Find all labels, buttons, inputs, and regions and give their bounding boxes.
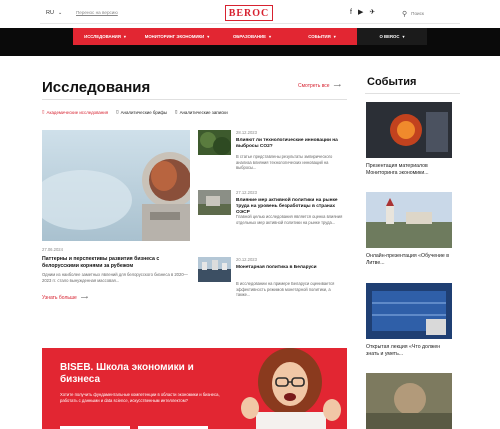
language-label: RU — [46, 10, 54, 16]
news-date: 20.12.2023 — [236, 257, 257, 262]
chevron-down-icon: ▾ — [402, 34, 405, 39]
chevron-down-icon: ▾ — [269, 34, 272, 39]
version-link[interactable]: Перенос на версию — [76, 10, 118, 15]
language-selector[interactable]: RU ⌄ — [46, 10, 62, 16]
news-thumbnail — [198, 257, 231, 282]
logo[interactable]: BEROC — [225, 5, 273, 21]
news-title[interactable]: Монетарная политика в Беларуси — [236, 265, 346, 271]
news-description: В исследовании на примере Беларуси оцени… — [236, 281, 335, 298]
event-caption: Презентация материалов Мониторинга эконо… — [366, 163, 429, 176]
event-image — [366, 373, 452, 429]
featured-date: 27.06.2024 — [42, 247, 63, 252]
tab-academic[interactable]: ▯ Академические исследования — [42, 109, 108, 115]
social-links: f ▶ ✈ — [350, 9, 375, 17]
youtube-icon[interactable]: ▶ — [358, 9, 363, 17]
event-image — [366, 192, 452, 248]
school-banner[interactable]: BISEB. Школа экономики и бизнеса Хотите … — [42, 348, 347, 429]
search-box: ⚲ — [402, 8, 460, 19]
student-photo — [224, 348, 347, 429]
nav-label: Мониторинг экономики — [144, 34, 205, 39]
banner-title: BISEB. Школа экономики и бизнеса — [60, 362, 194, 385]
banner-text: Хотите получить фундаментальные компетен… — [60, 392, 220, 403]
learn-more-link[interactable]: Узнать больше ⟶ — [42, 295, 88, 301]
see-all-link[interactable]: Смотреть все ⟶ — [298, 83, 341, 89]
search-input[interactable] — [411, 11, 456, 16]
document-icon: ▯ — [116, 109, 119, 114]
news-item[interactable]: 27.12.2023 Влияние мер активной политики… — [198, 190, 348, 246]
document-icon: ▯ — [42, 109, 45, 114]
events-title: События — [367, 76, 417, 88]
nav-research[interactable]: Исследования ▾ — [73, 28, 137, 45]
research-tabs: ▯ Академические исследования ▯ Аналитическ… — [42, 109, 228, 115]
nav-education[interactable]: Образование ▾ — [217, 28, 287, 45]
main-nav: Исследования ▾ Мониторинг экономики ▾ Обра… — [73, 28, 427, 45]
top-bar: RU ⌄ Перенос на версию BEROC f ▶ ✈ ⚲ — [0, 0, 500, 27]
nav-label: О BEROC — [379, 34, 400, 39]
event-card[interactable]: Онлайн-презентация «Обучение в Литве... — [366, 192, 452, 267]
event-caption: Онлайн-презентация «Обучение в Литве... — [366, 253, 449, 266]
tab-label: Академические исследования — [46, 109, 109, 115]
section-title: Исследования — [42, 79, 151, 96]
telegram-icon[interactable]: ✈ — [369, 9, 375, 17]
nav-monitoring[interactable]: Мониторинг экономики ▾ — [137, 28, 217, 45]
news-thumbnail — [198, 190, 231, 215]
event-image — [366, 283, 452, 339]
tab-label: Аналитические записки — [179, 109, 228, 115]
featured-title[interactable]: Паттерны и перспективы развития бизнеса … — [42, 256, 190, 270]
search-icon[interactable]: ⚲ — [402, 10, 407, 18]
tab-briefs[interactable]: ▯ Аналитические брифы — [116, 109, 167, 115]
chevron-down-icon: ▾ — [333, 34, 336, 39]
nav-label: Образование — [232, 34, 267, 39]
document-icon: ▯ — [175, 109, 178, 114]
event-caption: Открытая лекция «Что должен знать и умет… — [366, 344, 441, 357]
divider — [365, 93, 460, 94]
news-thumbnail — [198, 130, 231, 155]
news-date: 27.12.2023 — [236, 190, 257, 195]
nav-about[interactable]: О BEROC ▾ — [357, 28, 427, 45]
see-all-label: Смотреть все — [298, 83, 330, 89]
tab-notes[interactable]: ▯ Аналитические записки — [175, 109, 228, 115]
event-card[interactable]: Открытая лекция «Что должен знать и умет… — [366, 283, 452, 358]
facebook-icon[interactable]: f — [350, 9, 352, 17]
tab-label: Аналитические брифы — [120, 109, 168, 115]
chevron-down-icon: ▾ — [207, 34, 210, 39]
arrow-right-icon: ⟶ — [80, 295, 88, 301]
event-card[interactable] — [366, 373, 452, 429]
chevron-down-icon: ▾ — [123, 34, 126, 39]
divider — [42, 99, 347, 100]
arrow-right-icon: ⟶ — [333, 83, 341, 89]
news-description: В статье представлены результаты эмпирич… — [236, 154, 333, 171]
event-image — [366, 102, 452, 158]
nav-label: Исследования — [84, 34, 121, 39]
news-date: 28.12.2023 — [236, 130, 257, 135]
news-item[interactable]: 20.12.2023 Монетарная политика в Беларус… — [198, 257, 348, 313]
featured-image[interactable] — [42, 130, 190, 241]
event-card[interactable]: Презентация материалов Мониторинга эконо… — [366, 102, 452, 177]
divider — [40, 23, 460, 24]
chevron-down-icon: ⌄ — [57, 10, 63, 16]
news-item[interactable]: 28.12.2023 Влияют ли технологические инн… — [198, 130, 348, 186]
nav-events[interactable]: События ▾ — [287, 28, 357, 45]
news-description: Главной целью исследования является оцен… — [236, 214, 343, 225]
nav-band: Исследования ▾ Мониторинг экономики ▾ Обра… — [0, 28, 500, 56]
learn-more-label: Узнать больше — [42, 295, 77, 301]
nav-label: События — [308, 34, 331, 39]
featured-description: Одним из наиболее заметных явлений для б… — [42, 272, 188, 283]
news-title[interactable]: Влияют ли технологические инновации на в… — [236, 138, 346, 150]
